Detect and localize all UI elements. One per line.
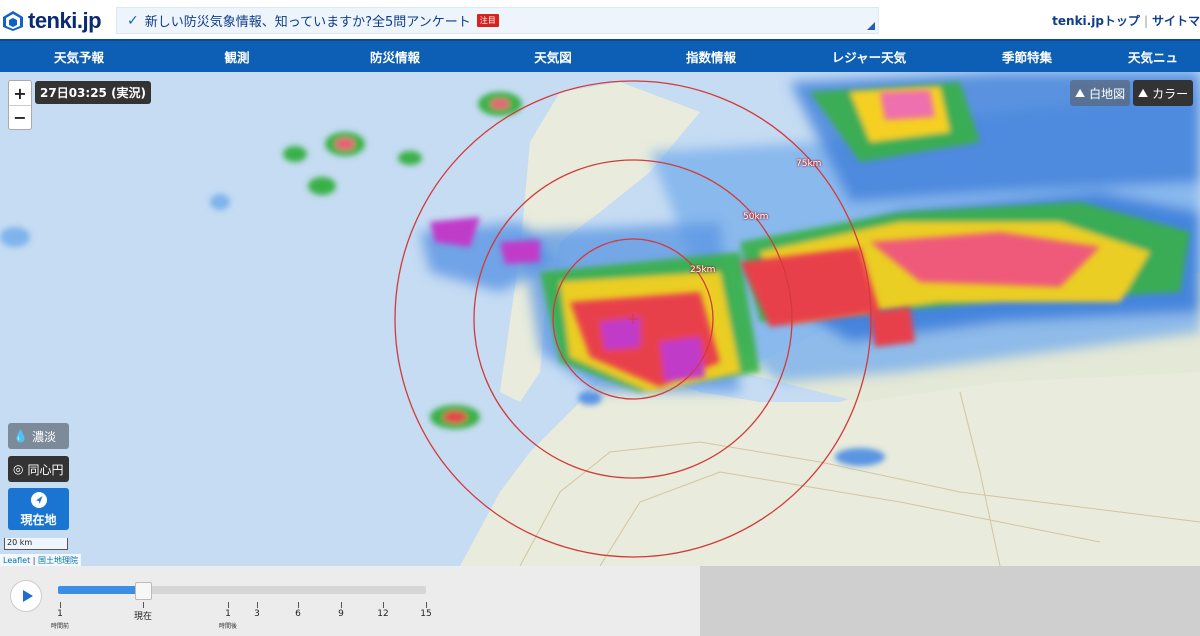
timeline-tick-label[interactable]: 12	[377, 609, 388, 619]
timeline-tick	[298, 602, 299, 608]
survey-banner[interactable]: ✓ 新しい防災気象情報、知っていますか?全5問アンケート 注目	[116, 7, 879, 34]
timeline-tick	[426, 602, 427, 608]
timeline-tick-label[interactable]: 6	[295, 609, 301, 619]
timeline-panel: 1 時間前 現在 1 時間後 3 6 9 12 15	[0, 566, 1200, 636]
ring-label-50km: 50km	[743, 212, 769, 222]
timeline-tick-label[interactable]: 3	[254, 609, 260, 619]
tenki-logo[interactable]: tenki.jp	[2, 8, 102, 34]
timeline-tick	[383, 602, 384, 608]
ring-label-25km: 25km	[690, 265, 716, 275]
zoom-out-button[interactable]: −	[9, 105, 31, 129]
ring-label-75km: 75km	[796, 159, 822, 169]
attribution-gsi-link[interactable]: 国土地理院	[38, 556, 78, 565]
link-tenki-top[interactable]: tenki.jpトップ	[1052, 14, 1140, 28]
corner-arrow-icon	[867, 22, 875, 30]
timeline-tick	[60, 602, 61, 608]
nav-disaster[interactable]: 防災情報	[316, 41, 474, 72]
timeline-tick-sublabel: 時間前	[50, 623, 70, 630]
nav-index[interactable]: 指数情報	[632, 41, 790, 72]
play-button[interactable]	[10, 580, 42, 612]
color-label: カラー	[1152, 86, 1189, 101]
nav-news[interactable]: 天気ニュ	[1106, 41, 1200, 72]
timeline-tick-label[interactable]: 15	[420, 609, 431, 619]
timeline-tick-label[interactable]: 1	[57, 609, 63, 619]
nav-weather-map[interactable]: 天気図	[474, 41, 632, 72]
logo-icon	[2, 10, 24, 32]
timeline-tick	[341, 602, 342, 608]
timeline-progress	[58, 586, 147, 594]
white-map-label: 白地図	[1089, 86, 1126, 101]
timeline-tick-label[interactable]: 9	[338, 609, 344, 619]
side-panel	[700, 566, 1200, 636]
droplet-icon: 💧	[13, 429, 28, 443]
timeline-tick-label[interactable]: 現在	[134, 609, 152, 622]
banner-badge: 注目	[476, 14, 499, 27]
attribution-separator: |	[30, 556, 39, 565]
nav-leisure[interactable]: レジャー天気	[790, 41, 948, 72]
global-nav: 天気予報 観測 防災情報 天気図 指数情報 レジャー天気 季節特集 天気ニュ	[0, 39, 1200, 72]
color-button[interactable]: ⛰ カラー	[1133, 80, 1194, 106]
location-arrow-icon	[30, 491, 47, 508]
nav-seasonal[interactable]: 季節特集	[948, 41, 1106, 72]
white-map-button[interactable]: ⛰ 白地図	[1070, 80, 1131, 106]
attribution-leaflet-link[interactable]: Leaflet	[3, 556, 30, 565]
zoom-in-button[interactable]: +	[9, 81, 31, 105]
timeline-tick	[228, 602, 229, 608]
logo-text: tenki.jp	[28, 8, 102, 33]
concentric-label: 同心円	[27, 462, 64, 477]
link-separator: |	[1143, 14, 1148, 28]
intensity-button[interactable]: 💧 濃淡	[8, 423, 69, 449]
radar-map[interactable]: 25km 50km 75km + − 27日03:25 (実況) ⛰ 白地図 ⛰…	[0, 72, 1200, 566]
radar-map-canvas	[0, 72, 1200, 566]
timeline-tick	[257, 602, 258, 608]
timeline-tick-sublabel: 時間後	[218, 623, 238, 630]
timeline-track[interactable]	[58, 586, 426, 594]
zoom-control: + −	[8, 80, 32, 130]
top-links: tenki.jpトップ | サイトマ	[1052, 12, 1200, 29]
nav-forecast[interactable]: 天気予報	[0, 41, 158, 72]
banner-text: 新しい防災気象情報、知っていますか?全5問アンケート	[144, 15, 471, 30]
timeline-tick	[143, 602, 144, 608]
timeline-tick-label[interactable]: 1	[225, 609, 231, 619]
timeline-slider-handle[interactable]	[135, 582, 152, 600]
map-attribution: Leaflet | 国土地理院	[0, 554, 82, 566]
intensity-label: 濃淡	[31, 429, 56, 444]
concentric-button[interactable]: ◎ 同心円	[8, 456, 69, 482]
current-location-label: 現在地	[20, 512, 57, 527]
concentric-icon: ◎	[13, 462, 24, 476]
map-icon: ⛰	[1075, 85, 1086, 100]
current-location-button[interactable]: 現在地	[8, 488, 69, 530]
play-icon	[22, 590, 33, 602]
check-icon: ✓	[127, 12, 139, 29]
site-header: tenki.jp ✓ 新しい防災気象情報、知っていますか?全5問アンケート 注目…	[0, 0, 1200, 39]
scale-bar: 20 km	[4, 538, 68, 550]
link-sitemap[interactable]: サイトマ	[1152, 14, 1200, 28]
color-map-icon: ⛰	[1138, 85, 1149, 100]
nav-observation[interactable]: 観測	[158, 41, 316, 72]
timestamp-label: 27日03:25 (実況)	[35, 81, 152, 104]
